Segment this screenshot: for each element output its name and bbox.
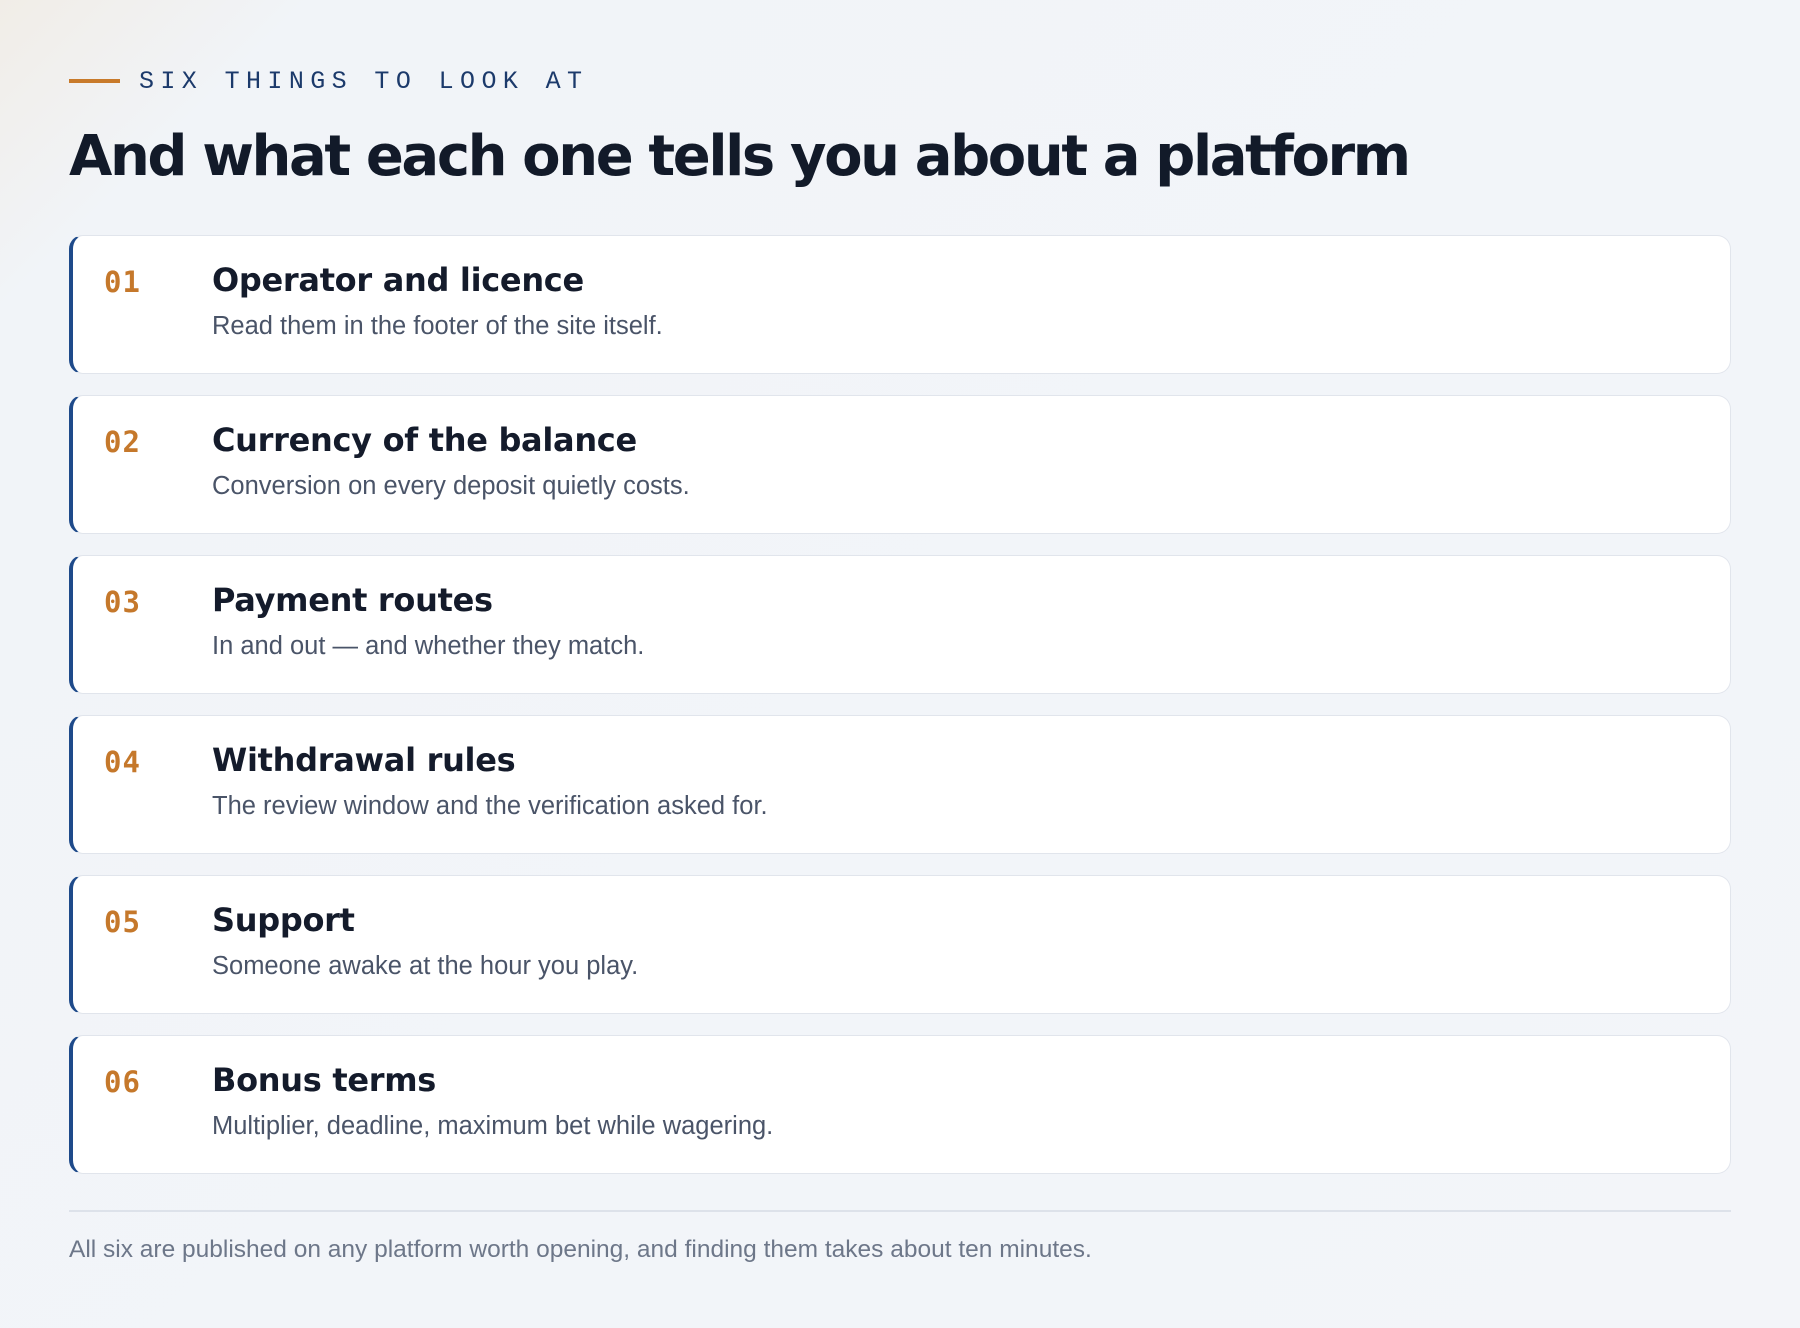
item-description: The review window and the verification a… xyxy=(212,792,768,820)
item-title: Withdrawal rules xyxy=(212,741,516,779)
item-number: 03 xyxy=(104,585,141,619)
item-title: Support xyxy=(212,901,355,939)
item-title: Payment routes xyxy=(212,581,493,619)
list-item: 05 Support Someone awake at the hour you… xyxy=(69,875,1731,1014)
checklist: 01 Operator and licence Read them in the… xyxy=(69,235,1731,1195)
list-item: 04 Withdrawal rules The review window an… xyxy=(69,715,1731,854)
item-number: 02 xyxy=(104,425,141,459)
footnote: All six are published on any platform wo… xyxy=(69,1236,1092,1263)
footer-divider xyxy=(69,1210,1731,1212)
list-item: 02 Currency of the balance Conversion on… xyxy=(69,395,1731,534)
list-item: 06 Bonus terms Multiplier, deadline, max… xyxy=(69,1035,1731,1174)
item-description: Multiplier, deadline, maximum bet while … xyxy=(212,1112,774,1140)
item-description: Conversion on every deposit quietly cost… xyxy=(212,472,690,500)
item-description: Someone awake at the hour you play. xyxy=(212,952,639,980)
list-item: 01 Operator and licence Read them in the… xyxy=(69,235,1731,374)
eyebrow-label: SIX THINGS TO LOOK AT xyxy=(139,66,589,96)
eyebrow-accent-rule xyxy=(69,79,120,83)
item-title: Currency of the balance xyxy=(212,421,637,459)
item-number: 04 xyxy=(104,745,141,779)
item-title: Bonus terms xyxy=(212,1061,436,1099)
item-number: 01 xyxy=(104,265,141,299)
item-number: 05 xyxy=(104,905,141,939)
item-title: Operator and licence xyxy=(212,261,584,299)
eyebrow: SIX THINGS TO LOOK AT xyxy=(69,66,588,96)
item-description: Read them in the footer of the site itse… xyxy=(212,312,663,340)
page-title: And what each one tells you about a plat… xyxy=(69,124,1411,189)
list-item: 03 Payment routes In and out — and wheth… xyxy=(69,555,1731,694)
item-description: In and out — and whether they match. xyxy=(212,632,645,660)
item-number: 06 xyxy=(104,1065,141,1099)
